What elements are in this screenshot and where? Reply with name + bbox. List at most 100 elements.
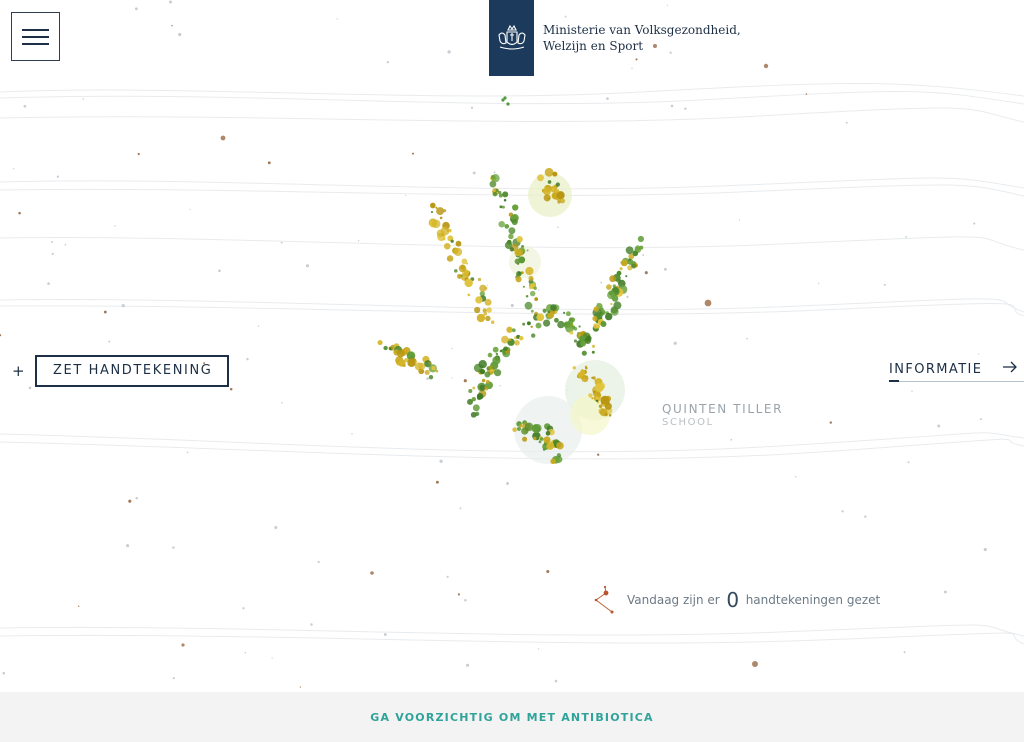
information-underline [889,380,1024,382]
handprint-dot [594,383,604,393]
handprint-dot [515,248,524,256]
handprint-dot [498,190,502,195]
handprint-dot [533,286,537,290]
handprint-dot [476,393,484,400]
handprint-dot [493,369,502,377]
handprint-dot [484,371,491,378]
handprint-dot [450,239,454,243]
handprint-dot [484,286,488,290]
handprint-dot [492,356,501,365]
handprint-dot [509,247,514,252]
handprint-dot [514,340,520,346]
handprint-dot [424,369,430,375]
handprint-dot [625,275,628,278]
handprint-dot [593,323,599,329]
handprint-dot [529,290,536,297]
handprint-dot [414,360,417,363]
handprint-dot [396,349,405,358]
handprint-dot [470,411,477,418]
handprint-dot [518,256,526,264]
handprint-dot [552,171,558,177]
handprint-dot [573,339,578,343]
handprint-dot [435,369,439,373]
hamburger-menu-icon [22,43,49,45]
handprint-dot [518,271,521,275]
ministry-logo[interactable]: Ministerie van Volksgezondheid, Welzijn … [489,0,741,76]
handprint-dot [501,205,505,209]
signature-caption: QUINTEN TILLER SCHOOL [662,402,783,428]
handprint-dot [610,306,618,314]
handprint-dot [526,321,531,326]
logo-ribbon [489,0,534,76]
handprint-dot [383,345,388,351]
handprint-dot [499,349,503,353]
handprint-dot [535,322,542,329]
handprint-dot [511,218,518,226]
handprint-dot [377,340,383,346]
information-label: INFORMATIE [889,362,983,377]
handprint-dot [464,278,473,288]
handprint-dot [458,264,467,273]
footer-link[interactable]: GA VOORZICHTIG OM MET ANTIBIOTICA [370,711,654,724]
handprint-dot [581,350,587,356]
handprint-dot [537,174,544,182]
handprint-dot [528,275,534,281]
handprint-dot [516,426,522,431]
handprint-dot [430,211,434,214]
handprint-dot [550,458,556,465]
handprint-dot [631,263,637,269]
footer-bar: GA VOORZICHTIG OM MET ANTIBIOTICA [0,692,1024,742]
handprint-dot [528,285,533,290]
handprint-dot [491,174,500,183]
handprint-dot [591,396,594,400]
sign-button[interactable]: + ZET HANDTEKENING [12,355,230,387]
handprint-dot [598,404,603,409]
handprint-dot [556,441,564,450]
handprint-dot [592,390,596,394]
handprint-dot [530,309,534,313]
handprint-dot [518,335,524,341]
handprint-dot [559,198,565,204]
handprint-dot [428,362,432,365]
handprint-dot [609,275,617,283]
handprint-dot [402,364,406,367]
menu-button[interactable] [11,12,60,61]
handprint-dot [478,359,487,369]
handprint-dot [530,325,533,329]
handprint-dot [442,237,446,241]
handprint-dot [619,267,623,271]
handprint-dot [460,274,463,277]
ministry-name-line2: Welzijn en Sport [543,39,644,53]
handprint-dot [522,322,526,326]
handprint-dot [554,317,559,323]
handprint-dot [547,310,551,314]
handprint-dot [591,350,595,354]
handprint-dot [584,366,588,370]
royal-coat-of-arms-icon [497,24,526,50]
handprint-dot [582,340,586,345]
handprint-dot [495,352,499,356]
handprint-dot [453,247,463,257]
information-link[interactable]: INFORMATIE [889,358,1024,384]
handprint-dot [519,424,523,428]
handprint-dot [468,388,473,394]
handprint-dot [443,209,447,213]
handprint-dot [604,402,612,410]
handprint-dot [486,307,492,313]
handprint-dot [557,320,565,329]
handprint-dot [476,313,486,323]
handprint-dot [610,302,613,306]
handprint-dot [600,321,607,327]
handprint-dot [533,423,542,433]
handprint-dot [625,246,634,255]
hamburger-menu-icon [22,29,49,31]
handprint-dot [475,296,483,304]
handprint-dot [485,315,491,322]
handprint-dot [492,346,499,353]
handprint-dot [572,366,576,370]
constellation-icon [594,585,614,614]
handprint-dot [550,304,557,311]
handprint-dot [483,311,488,316]
counter-value: 0 [726,588,740,612]
handprint-dot [506,326,513,333]
